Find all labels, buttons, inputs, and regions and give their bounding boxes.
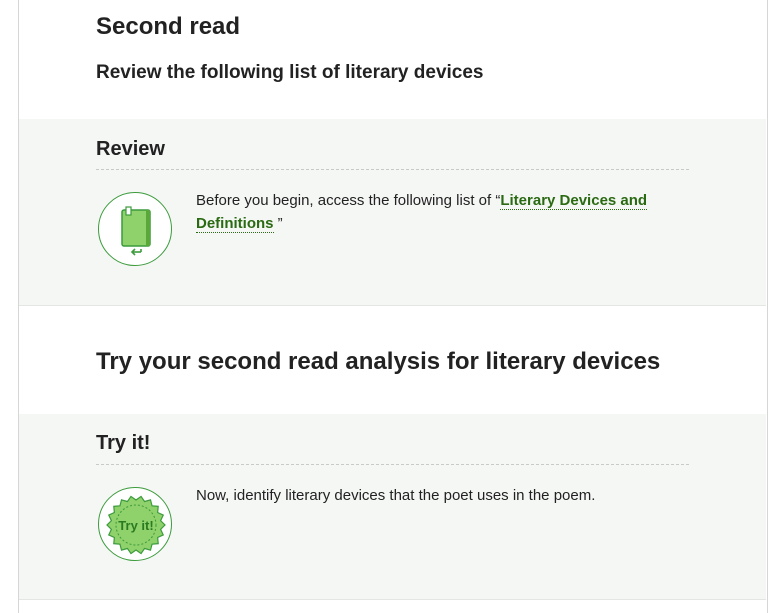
review-text: Before you begin, access the following l… xyxy=(196,189,696,235)
review-panel: Review Before you begin, access the foll… xyxy=(19,119,766,305)
section-title: Second read xyxy=(96,13,241,40)
analysis-heading: Try your second read analysis for litera… xyxy=(96,348,661,375)
review-panel-bottom-border xyxy=(19,305,766,306)
review-text-before: Before you begin, access the following l… xyxy=(196,192,501,209)
try-it-seal-icon: Try it! xyxy=(98,487,172,561)
page: Second read Review the following list of… xyxy=(0,0,772,613)
section-subtitle: Review the following list of literary de… xyxy=(96,62,484,83)
try-it-panel: Try it! Try it! Now, identify literary d… xyxy=(19,414,766,599)
try-it-title: Try it! xyxy=(96,432,151,454)
review-text-after: ” xyxy=(273,215,283,232)
try-it-badge-text: Try it! xyxy=(118,518,153,533)
review-divider xyxy=(96,169,689,170)
review-title: Review xyxy=(96,138,165,160)
try-it-text: Now, identify literary devices that the … xyxy=(196,487,596,504)
try-it-panel-bottom-border xyxy=(19,599,766,600)
book-icon xyxy=(98,192,172,266)
try-it-divider xyxy=(96,464,689,465)
